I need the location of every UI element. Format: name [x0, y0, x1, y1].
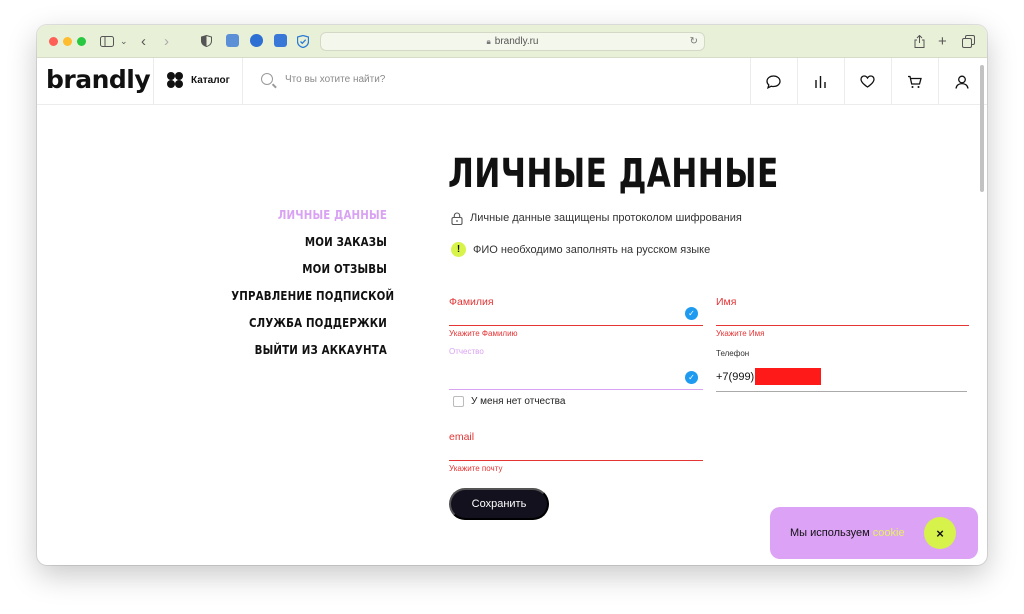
- compare-icon: [815, 76, 826, 88]
- close-window-button[interactable]: [49, 37, 58, 46]
- lock-icon: 🔒︎: [486, 36, 491, 46]
- checkbox-box[interactable]: [453, 396, 464, 407]
- catalog-label: Каталог: [191, 74, 230, 86]
- menu-item-reviews[interactable]: МОИ ОТЗЫВЫ: [231, 260, 387, 287]
- menu-item-support[interactable]: СЛУЖБА ПОДДЕРЖКИ: [231, 314, 387, 341]
- no-patronymic-checkbox[interactable]: У меня нет отчества: [453, 396, 565, 407]
- extension-shield-icon[interactable]: [297, 33, 309, 49]
- page-scrollbar[interactable]: [980, 65, 984, 192]
- extension-mail-icon[interactable]: [226, 34, 239, 47]
- site-header: brandly Каталог Что вы хотите найти?: [37, 58, 987, 105]
- phone-label: Телефон: [716, 349, 750, 358]
- fio-note-text: ФИО необходимо заполнять на русском язык…: [473, 243, 711, 256]
- name-field[interactable]: Имя Укажите Имя: [716, 294, 969, 338]
- search-placeholder: Что вы хотите найти?: [285, 73, 386, 85]
- menu-item-orders[interactable]: МОИ ЗАКАЗЫ: [231, 233, 387, 260]
- redacted-block: [755, 368, 822, 385]
- lock-icon: [451, 212, 463, 226]
- extension-translate-icon[interactable]: [274, 34, 287, 47]
- privacy-shield-icon[interactable]: [201, 33, 212, 49]
- name-error: Укажите Имя: [716, 329, 765, 338]
- cart-button[interactable]: [891, 58, 938, 105]
- address-bar[interactable]: 🔒︎ brandly.ru ↻: [320, 32, 705, 51]
- new-tab-icon[interactable]: +: [938, 33, 947, 50]
- email-label: email: [449, 431, 475, 443]
- phone-value: +7(999): [716, 370, 755, 383]
- forward-icon[interactable]: ›: [164, 33, 169, 50]
- catalog-icon: [167, 72, 183, 88]
- fio-note: ! ФИО необходимо заполнять на русском яз…: [451, 242, 710, 257]
- patronymic-label: Отчество: [449, 347, 484, 356]
- surname-field[interactable]: Фамилия ✓ Укажите Фамилию: [449, 294, 703, 338]
- patronymic-field[interactable]: Отчество ✓: [449, 347, 703, 391]
- security-note: Личные данные защищены протоколом шифров…: [451, 212, 742, 226]
- phone-input[interactable]: +7(999): [716, 368, 822, 385]
- user-icon: [954, 75, 969, 89]
- cookie-banner: Мы используем cookie ×: [770, 507, 978, 559]
- checkmark-icon: ✓: [685, 371, 698, 384]
- menu-item-personal-data[interactable]: ЛИЧНЫЕ ДАННЫЕ: [231, 206, 387, 233]
- profile-button[interactable]: [938, 58, 985, 105]
- save-button[interactable]: Сохранить: [449, 488, 549, 520]
- menu-item-logout[interactable]: ВЫЙТИ ИЗ АККАУНТА: [231, 341, 387, 368]
- cookie-link[interactable]: cookie: [873, 527, 905, 539]
- zoom-window-button[interactable]: [77, 37, 86, 46]
- chevron-down-icon[interactable]: ⌄: [120, 33, 128, 49]
- back-icon[interactable]: ‹: [141, 33, 146, 50]
- search-input[interactable]: Что вы хотите найти?: [261, 73, 385, 85]
- heart-icon: [860, 75, 875, 88]
- reload-icon[interactable]: ↻: [690, 36, 698, 47]
- favorites-button[interactable]: [844, 58, 891, 105]
- compare-button[interactable]: [797, 58, 844, 105]
- security-note-text: Личные данные защищены протоколом шифров…: [470, 212, 742, 224]
- brandly-logo[interactable]: brandly: [46, 65, 151, 94]
- close-cookie-button[interactable]: ×: [924, 517, 956, 549]
- menu-item-subscription[interactable]: УПРАВЛЕНИЕ ПОДПИСКОЙ: [231, 287, 394, 314]
- extension-b-icon[interactable]: [250, 34, 263, 47]
- phone-underline: [716, 391, 967, 392]
- browser-window: ⌄ ‹ › 🔒︎ brandly.ru ↻ + brandly Каталог …: [37, 25, 987, 565]
- search-icon: [261, 73, 273, 85]
- email-error: Укажите почту: [449, 464, 503, 473]
- sidebar-toggle-icon[interactable]: [100, 33, 114, 49]
- url-text: brandly.ru: [494, 36, 539, 47]
- share-icon[interactable]: [914, 33, 925, 49]
- checkmark-icon: ✓: [685, 307, 698, 320]
- browser-toolbar: ⌄ ‹ › 🔒︎ brandly.ru ↻ +: [37, 25, 987, 58]
- name-label: Имя: [716, 296, 737, 308]
- account-menu: ЛИЧНЫЕ ДАННЫЕ МОИ ЗАКАЗЫ МОИ ОТЗЫВЫ УПРА…: [197, 206, 394, 368]
- surname-label: Фамилия: [449, 296, 494, 308]
- no-patronymic-label: У меня нет отчества: [471, 396, 566, 407]
- tab-overview-icon[interactable]: [962, 33, 975, 49]
- warning-icon: !: [451, 242, 466, 257]
- chat-icon: [766, 74, 781, 89]
- catalog-button[interactable]: Каталог: [167, 72, 230, 88]
- page-title: ЛИЧНЫЕ ДАННЫЕ: [448, 151, 779, 197]
- cart-icon: [908, 75, 922, 88]
- email-field[interactable]: email Укажите почту: [449, 429, 703, 473]
- surname-error: Укажите Фамилию: [449, 329, 518, 338]
- chat-button[interactable]: [750, 58, 797, 105]
- minimize-window-button[interactable]: [63, 37, 72, 46]
- cookie-text: Мы используем cookie: [790, 527, 905, 539]
